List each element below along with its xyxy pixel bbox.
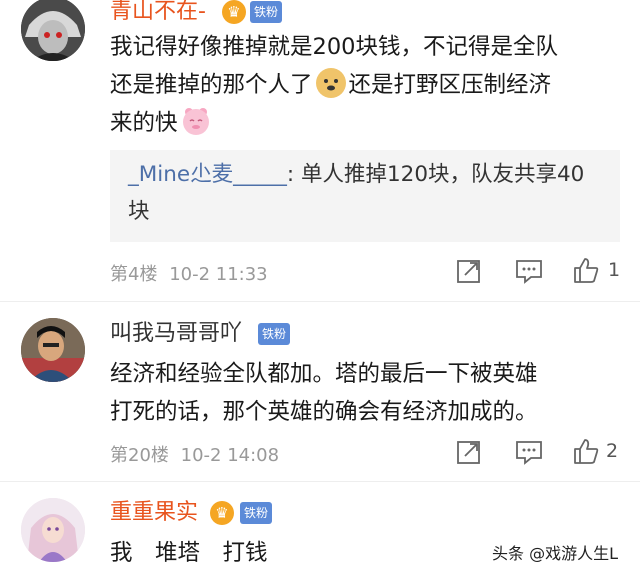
floor-number: 第20楼 [110, 445, 169, 466]
reply-box[interactable]: _Mine尐麦_____: 单人推掉120块，队友共享40块 [110, 150, 620, 242]
share-icon[interactable] [456, 258, 482, 288]
like-icon[interactable] [572, 437, 600, 469]
comment-line: 我记得好像推掉就是200块钱，不记得是全队 [110, 34, 558, 60]
comment-meta: 第20楼 10-2 14:08 [110, 441, 279, 467]
doge-emoji [315, 68, 346, 98]
avatar[interactable] [21, 498, 85, 562]
comment-text: 经济和经验全队都加。塔的最后一下被英雄 打死的话，那个英雄的确会有经济加成的。 [110, 355, 630, 431]
comment-item: 叫我马哥哥吖 铁粉 经济和经验全队都加。塔的最后一下被英雄 打死的话，那个英雄的… [0, 302, 640, 480]
avatar[interactable] [21, 0, 85, 61]
like-count: 1 [608, 259, 621, 281]
username[interactable]: 叫我马哥哥吖 [110, 320, 242, 348]
comment-line-part: 还是推掉的那个人了 [110, 72, 313, 98]
pig-emoji [181, 106, 211, 136]
comment-item: 青山不在- ♛ 铁粉 我记得好像推掉就是200块钱，不记得是全队 还是推掉的那个… [0, 0, 640, 300]
comment-line: 还是推掉的那个人了 还是打野区压制经济 [110, 66, 630, 104]
reply-icon[interactable] [515, 439, 543, 469]
comment-line: 来的快 [110, 104, 630, 142]
like-icon[interactable] [572, 256, 600, 288]
floor-number: 第4楼 [110, 264, 158, 285]
reply-icon[interactable] [515, 258, 543, 288]
comment-line-part: 还是打野区压制经济 [348, 72, 552, 98]
comment-time: 10-2 11:33 [169, 264, 268, 285]
comment-meta: 第4楼 10-2 11:33 [110, 260, 268, 286]
crown-icon: ♛ [222, 0, 246, 24]
comment-text: 我记得好像推掉就是200块钱，不记得是全队 还是推掉的那个人了 还是打野区压制经济… [110, 28, 630, 142]
comment-line: 经济和经验全队都加。塔的最后一下被英雄 [110, 361, 538, 387]
comment-line-part: 来的快 [110, 110, 178, 136]
avatar[interactable] [21, 318, 85, 382]
watermark: 头条 @戏游人生L [487, 540, 622, 564]
fan-badge: 铁粉 [258, 323, 291, 345]
comment-time: 10-2 14:08 [180, 445, 280, 466]
username[interactable]: 青山不在- [110, 0, 206, 26]
fan-badge: 铁粉 [250, 1, 283, 23]
like-count: 2 [606, 440, 619, 462]
comment-line: 打死的话，那个英雄的确会有经济加成的。 [110, 399, 538, 425]
username[interactable]: 重重果实 [110, 499, 198, 527]
fan-badge: 铁粉 [240, 502, 273, 524]
share-icon[interactable] [456, 439, 482, 469]
crown-icon: ♛ [210, 501, 234, 525]
reply-username[interactable]: _Mine尐麦_____ [128, 162, 287, 187]
